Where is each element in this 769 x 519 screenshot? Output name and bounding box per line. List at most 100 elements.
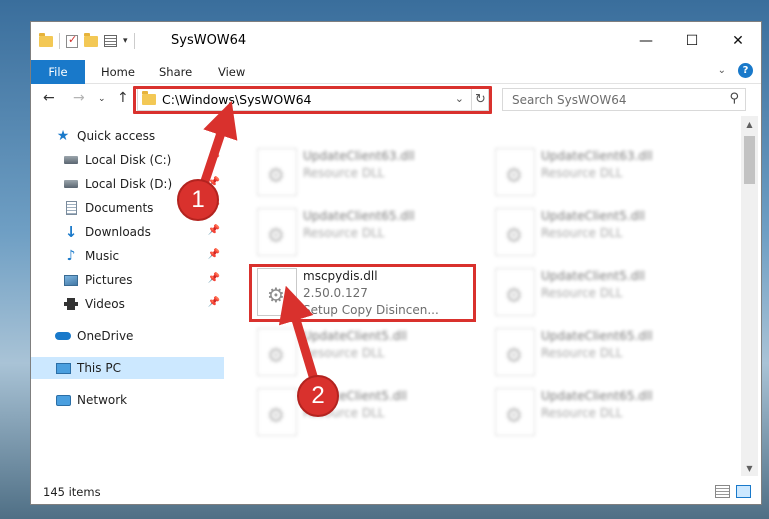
file-name: UpdateClient5.dll <box>303 329 407 343</box>
search-icon[interactable]: ⚲ <box>729 91 739 106</box>
nav-item-label: This PC <box>77 361 121 375</box>
nav-item-label: Quick access <box>77 129 156 143</box>
new-folder-icon[interactable] <box>84 32 98 47</box>
tiles-view-icon[interactable] <box>736 485 751 498</box>
pin-icon: 📌 <box>207 297 220 308</box>
toolbar-separator <box>59 33 60 49</box>
nav-item-local-disk-c[interactable]: Local Disk (C:) 📌 <box>31 149 224 171</box>
expand-ribbon-icon[interactable]: ⌄ <box>718 65 726 76</box>
dll-file-icon <box>257 328 297 376</box>
details-view-icon[interactable] <box>715 485 730 498</box>
dll-file-icon <box>257 388 297 436</box>
window-controls: — ☐ ✕ <box>623 22 761 60</box>
file-description: Resource DLL <box>303 346 385 360</box>
documents-icon <box>63 201 79 215</box>
file-tile[interactable]: UpdateClient65.dll Resource DLL <box>487 324 717 380</box>
star-icon: ★ <box>56 128 70 144</box>
network-icon <box>55 393 71 407</box>
status-bar: 145 items <box>31 480 761 504</box>
file-description: Resource DLL <box>541 286 623 300</box>
nav-item-music[interactable]: ♪ Music 📌 <box>31 245 224 267</box>
nav-item-label: Documents <box>85 201 154 215</box>
file-tile[interactable]: UpdateClient5.dll Resource DLL <box>249 384 479 440</box>
folder-icon[interactable] <box>39 32 53 47</box>
explorer-window: ▾ SysWOW64 — ☐ ✕ File Home Share View ⌄ … <box>30 21 762 505</box>
properties-check-icon[interactable] <box>66 33 78 48</box>
toolbar-separator <box>133 33 135 49</box>
file-tile[interactable]: UpdateClient63.dll Resource DLL <box>249 144 479 200</box>
step-1-badge: 1 <box>177 179 219 221</box>
title-bar: ▾ SysWOW64 — ☐ ✕ <box>31 22 761 60</box>
navigation-pane: ★ Quick access Local Disk (C:) 📌 Local D… <box>31 116 224 476</box>
scroll-thumb[interactable] <box>744 136 755 184</box>
nav-item-label: Videos <box>85 297 125 311</box>
file-tile[interactable]: UpdateClient65.dll Resource DLL <box>487 384 717 440</box>
file-list: UpdateClient63.dll Resource DLL UpdateCl… <box>245 116 741 476</box>
file-name: UpdateClient5.dll <box>541 209 645 223</box>
recent-locations-icon[interactable]: ⌄ <box>98 94 106 104</box>
nav-item-label: Local Disk (C:) <box>85 153 172 167</box>
close-button[interactable]: ✕ <box>715 22 761 60</box>
file-tile[interactable]: UpdateClient65.dll Resource DLL <box>249 204 479 260</box>
scroll-up-icon[interactable]: ▲ <box>741 116 758 132</box>
dll-file-icon <box>495 148 535 196</box>
cloud-icon <box>55 329 71 343</box>
view-buttons <box>715 485 751 498</box>
search-input[interactable]: Search SysWOW64 ⚲ <box>502 88 746 111</box>
pin-icon: 📌 <box>207 249 220 260</box>
up-arrow-icon[interactable]: ↑ <box>117 90 129 106</box>
dll-file-icon <box>257 208 297 256</box>
pin-icon: 📌 <box>207 153 220 164</box>
minimize-button[interactable]: — <box>623 22 669 60</box>
scroll-down-icon[interactable]: ▼ <box>741 460 758 476</box>
nav-item-pictures[interactable]: Pictures 📌 <box>31 269 224 291</box>
forward-arrow-icon[interactable]: → <box>73 90 85 106</box>
nav-item-videos[interactable]: Videos 📌 <box>31 293 224 315</box>
file-tile[interactable]: UpdateClient5.dll Resource DLL <box>487 204 717 260</box>
computer-icon <box>55 361 71 375</box>
file-tile[interactable]: UpdateClient5.dll Resource DLL <box>249 324 479 380</box>
file-tile[interactable]: UpdateClient63.dll Resource DLL <box>487 144 717 200</box>
file-description: Resource DLL <box>541 166 623 180</box>
nav-item-label: Pictures <box>85 273 133 287</box>
nav-item-quick-access[interactable]: ★ Quick access <box>31 125 224 147</box>
file-description: Resource DLL <box>303 166 385 180</box>
step-2-badge: 2 <box>297 375 339 417</box>
nav-item-label: Network <box>77 393 128 407</box>
tab-home[interactable]: Home <box>101 60 135 84</box>
tab-share[interactable]: Share <box>159 60 192 84</box>
ribbon: File Home Share View ⌄ ? <box>31 60 761 84</box>
window-title: SysWOW64 <box>171 33 247 48</box>
download-icon: ↓ <box>64 223 78 241</box>
file-name: UpdateClient65.dll <box>541 329 653 343</box>
help-icon[interactable]: ? <box>738 63 753 78</box>
vertical-scrollbar[interactable]: ▲ ▼ <box>741 116 758 476</box>
dll-file-icon <box>495 388 535 436</box>
drive-icon <box>63 177 79 191</box>
file-description: Resource DLL <box>303 226 385 240</box>
nav-item-this-pc[interactable]: This PC <box>31 357 224 379</box>
tab-file[interactable]: File <box>31 60 85 84</box>
videos-icon <box>63 297 79 311</box>
dll-file-icon <box>495 208 535 256</box>
properties-icon[interactable] <box>104 35 117 47</box>
ribbon-right: ⌄ ? <box>718 63 753 78</box>
nav-item-downloads[interactable]: ↓ Downloads 📌 <box>31 221 224 243</box>
customize-toolbar-icon[interactable]: ▾ <box>123 36 128 46</box>
file-name: UpdateClient5.dll <box>541 269 645 283</box>
navigation-bar: ← → ⌄ ↑ C:\Windows\SysWOW64 ⌄ ↻ Search S… <box>31 84 761 116</box>
file-tile[interactable]: UpdateClient5.dll Resource DLL <box>487 264 717 320</box>
drive-icon <box>63 153 79 167</box>
file-description: Resource DLL <box>541 406 623 420</box>
file-name: UpdateClient65.dll <box>303 209 415 223</box>
dll-file-icon <box>257 148 297 196</box>
nav-item-onedrive[interactable]: OneDrive <box>31 325 224 347</box>
nav-item-label: Local Disk (D:) <box>85 177 173 191</box>
nav-item-network[interactable]: Network <box>31 389 224 411</box>
nav-item-label: OneDrive <box>77 329 134 343</box>
maximize-button[interactable]: ☐ <box>669 22 715 60</box>
tab-view[interactable]: View <box>218 60 245 84</box>
back-arrow-icon[interactable]: ← <box>43 90 55 106</box>
maximize-icon: ☐ <box>685 33 699 49</box>
file-name: UpdateClient63.dll <box>541 149 653 163</box>
